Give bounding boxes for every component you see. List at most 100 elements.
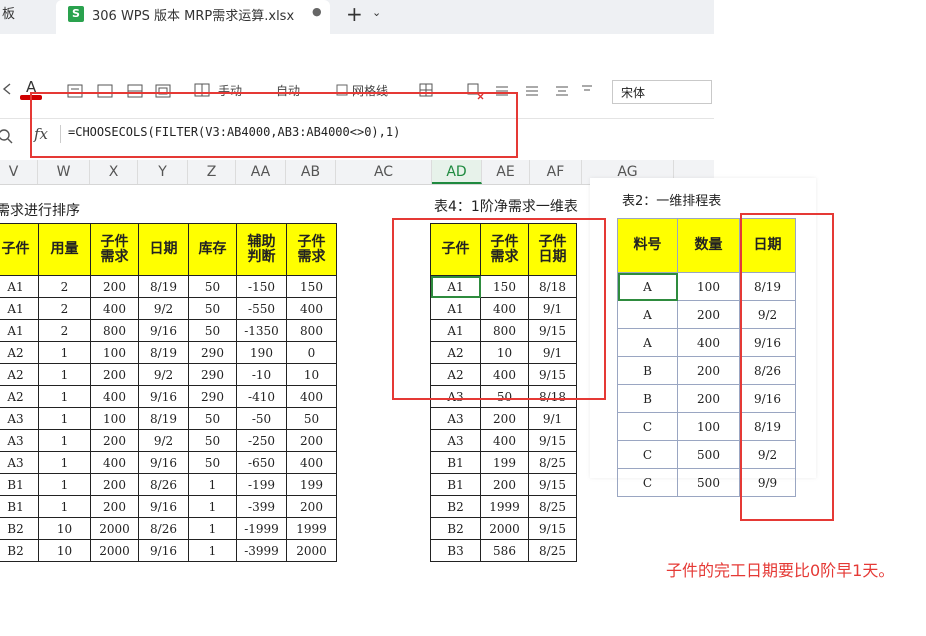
column-header-aa[interactable]: AA <box>236 160 286 184</box>
req-cell[interactable]: 1 <box>188 517 237 540</box>
net-cell[interactable]: A3 <box>430 407 481 430</box>
req-cell[interactable]: 2 <box>38 275 91 298</box>
net-cell[interactable]: B2 <box>430 495 481 518</box>
column-header-af[interactable]: AF <box>530 160 582 184</box>
req-cell[interactable]: 10 <box>286 363 337 386</box>
column-header-ad[interactable]: AD <box>432 160 482 184</box>
req-cell[interactable]: 8/26 <box>138 517 189 540</box>
req-cell[interactable]: -550 <box>236 297 287 320</box>
chevron-down-icon[interactable]: ⌄ <box>372 6 381 19</box>
req-cell[interactable]: 400 <box>90 297 139 320</box>
net-cell[interactable]: B3 <box>430 539 481 562</box>
sched-cell[interactable]: 100 <box>677 272 740 301</box>
column-header-ae[interactable]: AE <box>482 160 530 184</box>
req-cell[interactable]: 2000 <box>90 517 139 540</box>
req-cell[interactable]: A1 <box>0 275 39 298</box>
req-cell[interactable]: 0 <box>286 341 337 364</box>
req-cell[interactable]: 8/19 <box>138 407 189 430</box>
req-cell[interactable]: 400 <box>286 297 337 320</box>
req-cell[interactable]: 9/16 <box>138 385 189 408</box>
req-cell[interactable]: B2 <box>0 539 39 562</box>
req-cell[interactable]: 9/2 <box>138 363 189 386</box>
req-cell[interactable]: -250 <box>236 429 287 452</box>
req-cell[interactable]: 200 <box>90 363 139 386</box>
req-cell[interactable]: A1 <box>0 297 39 320</box>
sched-cell[interactable]: 500 <box>677 440 740 469</box>
req-cell[interactable]: 50 <box>188 429 237 452</box>
chevron-left-icon[interactable] <box>0 82 14 96</box>
req-cell[interactable]: 2000 <box>90 539 139 562</box>
req-cell[interactable]: -1350 <box>236 319 287 342</box>
req-cell[interactable]: B1 <box>0 473 39 496</box>
req-cell[interactable]: 400 <box>90 385 139 408</box>
net-cell[interactable]: B2 <box>430 517 481 540</box>
net-cell[interactable]: 200 <box>480 407 529 430</box>
sched-cell[interactable]: C <box>617 412 678 441</box>
req-cell[interactable]: 1 <box>38 473 91 496</box>
new-tab-button[interactable]: + <box>346 2 363 26</box>
net-cell[interactable]: 8/25 <box>528 451 577 474</box>
sched-cell[interactable]: C <box>617 440 678 469</box>
net-cell[interactable]: 2000 <box>480 517 529 540</box>
column-header-ac[interactable]: AC <box>336 160 432 184</box>
column-header-z[interactable]: Z <box>188 160 236 184</box>
column-header-v[interactable]: V <box>0 160 38 184</box>
net-cell[interactable]: 400 <box>480 429 529 452</box>
net-cell[interactable]: 199 <box>480 451 529 474</box>
net-cell[interactable]: B1 <box>430 451 481 474</box>
req-cell[interactable]: 200 <box>90 495 139 518</box>
req-cell[interactable]: 1999 <box>286 517 337 540</box>
req-cell[interactable]: -50 <box>236 407 287 430</box>
req-cell[interactable]: A1 <box>0 319 39 342</box>
sched-cell[interactable]: A <box>617 328 678 357</box>
req-cell[interactable]: 50 <box>188 319 237 342</box>
net-cell[interactable]: 9/15 <box>528 517 577 540</box>
req-cell[interactable]: 199 <box>286 473 337 496</box>
req-cell[interactable]: -3999 <box>236 539 287 562</box>
req-cell[interactable]: 2 <box>38 297 91 320</box>
req-cell[interactable]: 800 <box>90 319 139 342</box>
req-cell[interactable]: 400 <box>286 451 337 474</box>
req-cell[interactable]: 10 <box>38 539 91 562</box>
net-cell[interactable]: 1999 <box>480 495 529 518</box>
req-cell[interactable]: 100 <box>90 407 139 430</box>
req-cell[interactable]: 9/16 <box>138 319 189 342</box>
req-cell[interactable]: 800 <box>286 319 337 342</box>
req-cell[interactable]: 1 <box>38 363 91 386</box>
column-header-ab[interactable]: AB <box>286 160 336 184</box>
req-cell[interactable]: 10 <box>38 517 91 540</box>
req-cell[interactable]: A3 <box>0 407 39 430</box>
req-cell[interactable]: 50 <box>188 275 237 298</box>
req-cell[interactable]: 400 <box>90 451 139 474</box>
req-cell[interactable]: 200 <box>286 495 337 518</box>
req-cell[interactable]: 8/26 <box>138 473 189 496</box>
req-cell[interactable]: 200 <box>90 473 139 496</box>
sched-cell[interactable]: B <box>617 356 678 385</box>
req-cell[interactable]: -199 <box>236 473 287 496</box>
req-cell[interactable]: B1 <box>0 495 39 518</box>
sched-cell[interactable]: 200 <box>677 300 740 329</box>
req-cell[interactable]: 2 <box>38 319 91 342</box>
req-cell[interactable]: 200 <box>286 429 337 452</box>
req-cell[interactable]: 290 <box>188 363 237 386</box>
req-cell[interactable]: 9/2 <box>138 429 189 452</box>
req-cell[interactable]: 50 <box>188 297 237 320</box>
req-cell[interactable]: A2 <box>0 341 39 364</box>
req-cell[interactable]: 8/19 <box>138 275 189 298</box>
req-cell[interactable]: 290 <box>188 385 237 408</box>
sched-cell[interactable]: C <box>617 468 678 497</box>
req-cell[interactable]: 200 <box>90 429 139 452</box>
req-cell[interactable]: -1999 <box>236 517 287 540</box>
column-header-w[interactable]: W <box>38 160 90 184</box>
req-cell[interactable]: 100 <box>90 341 139 364</box>
req-cell[interactable]: B2 <box>0 517 39 540</box>
req-cell[interactable]: 9/16 <box>138 451 189 474</box>
sched-cell[interactable]: 400 <box>677 328 740 357</box>
net-cell[interactable]: 8/25 <box>528 495 577 518</box>
req-cell[interactable]: 400 <box>286 385 337 408</box>
req-cell[interactable]: 50 <box>188 451 237 474</box>
net-cell[interactable]: 200 <box>480 473 529 496</box>
req-cell[interactable]: 9/16 <box>138 495 189 518</box>
req-cell[interactable]: 8/19 <box>138 341 189 364</box>
req-cell[interactable]: 9/2 <box>138 297 189 320</box>
